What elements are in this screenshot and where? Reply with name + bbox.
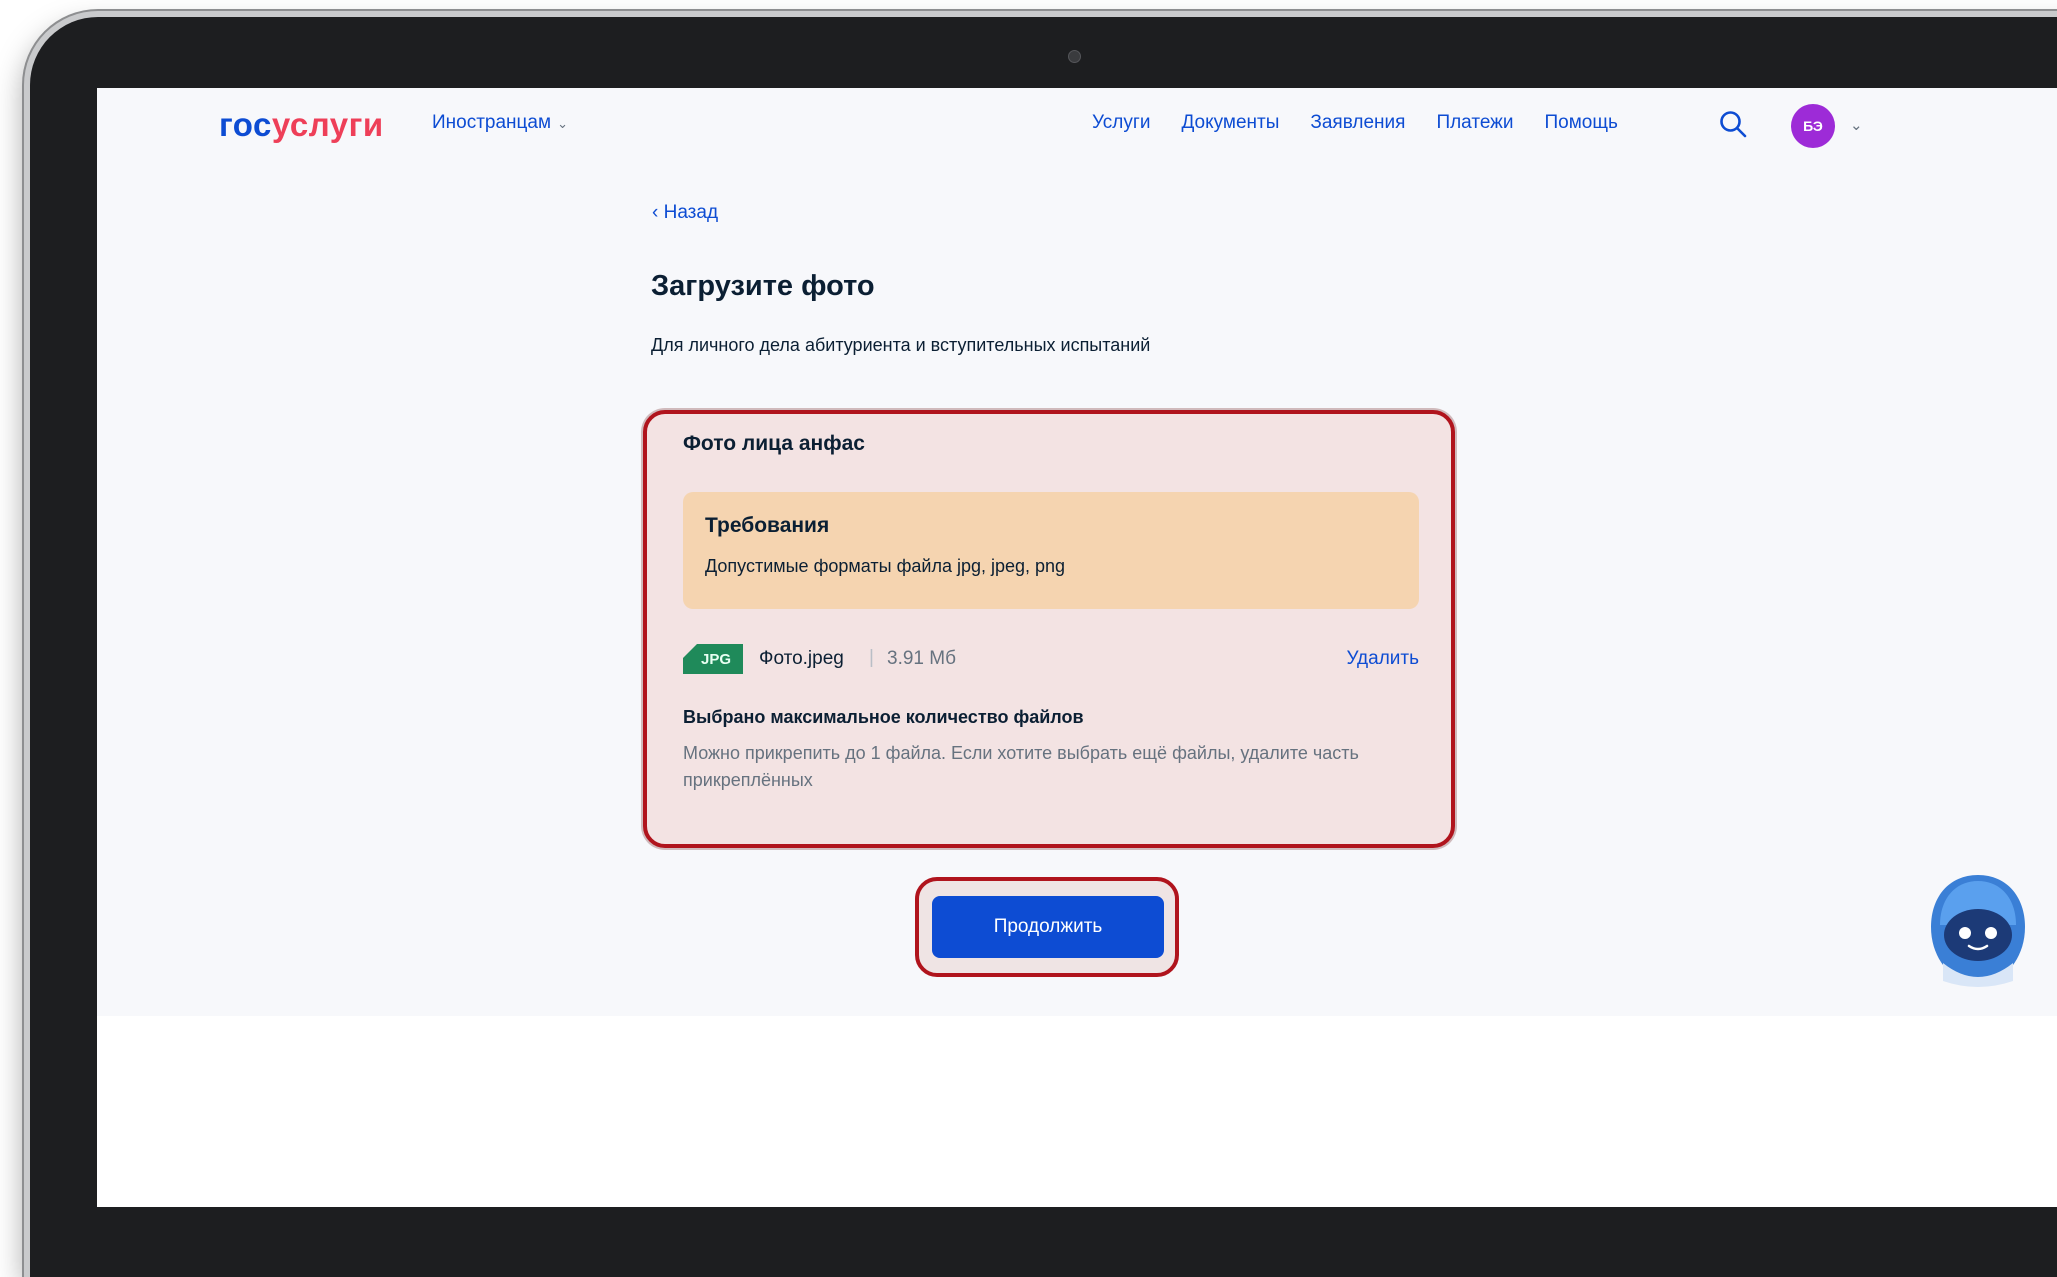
search-icon[interactable] <box>1718 109 1748 139</box>
photo-upload-card: Фото лица анфас Требования Допустимые фо… <box>643 410 1455 848</box>
page-footer-area <box>97 1016 2057 1207</box>
upload-card-title: Фото лица анфас <box>683 432 865 455</box>
back-link-label: Назад <box>663 202 719 223</box>
chevron-left-icon: ‹ <box>652 202 664 223</box>
logo-part-uslugi: услуги <box>271 106 384 143</box>
file-separator: | <box>869 647 874 668</box>
foreigners-menu[interactable]: Иностранцам ⌄ <box>432 112 568 134</box>
nav-item-services[interactable]: Услуги <box>1092 112 1150 134</box>
requirements-text: Допустимые форматы файла jpg, jpeg, png <box>705 556 1066 576</box>
file-limit-text: Можно прикрепить до 1 файла. Если хотите… <box>683 743 1359 790</box>
site-header: госуслуги Иностранцам ⌄ Услуги Документы … <box>97 88 2057 166</box>
file-limit-title: Выбрано максимальное количество файлов <box>683 707 1084 727</box>
browser-screen: госуслуги Иностранцам ⌄ Услуги Документы … <box>97 88 2057 1207</box>
robot-assistant-icon[interactable] <box>1923 871 2033 991</box>
continue-button[interactable]: Продолжить <box>932 896 1164 958</box>
nav-item-help[interactable]: Помощь <box>1545 112 1618 134</box>
avatar[interactable]: БЭ <box>1791 104 1835 148</box>
page-title: Загрузите фото <box>651 270 875 302</box>
file-name: Фото.jpeg <box>759 648 844 669</box>
requirements-box: Требования Допустимые форматы файла jpg,… <box>683 492 1419 609</box>
chevron-down-icon[interactable]: ⌄ <box>1850 116 1863 134</box>
logo-part-gos: гос <box>219 106 272 143</box>
main-nav: Услуги Документы Заявления Платежи Помощ… <box>1092 112 1618 134</box>
page-subtitle: Для личного дела абитуриента и вступител… <box>651 335 1151 355</box>
requirements-title: Требования <box>705 514 830 537</box>
nav-item-payments[interactable]: Платежи <box>1436 112 1513 134</box>
attached-file-row: JPG Фото.jpeg | 3.91 Мб Удалить <box>683 640 1419 680</box>
jpg-file-icon: JPG <box>683 644 743 674</box>
file-size: 3.91 Мб <box>887 648 956 669</box>
foreigners-menu-label: Иностранцам <box>432 112 552 133</box>
nav-item-applications[interactable]: Заявления <box>1310 112 1405 134</box>
nav-item-documents[interactable]: Документы <box>1181 112 1279 134</box>
chevron-down-icon: ⌄ <box>557 116 568 131</box>
gosuslugi-logo[interactable]: госуслуги <box>219 106 384 144</box>
delete-file-button[interactable]: Удалить <box>1346 648 1419 670</box>
laptop-camera <box>1068 50 1081 63</box>
back-link[interactable]: ‹ Назад <box>652 202 718 224</box>
